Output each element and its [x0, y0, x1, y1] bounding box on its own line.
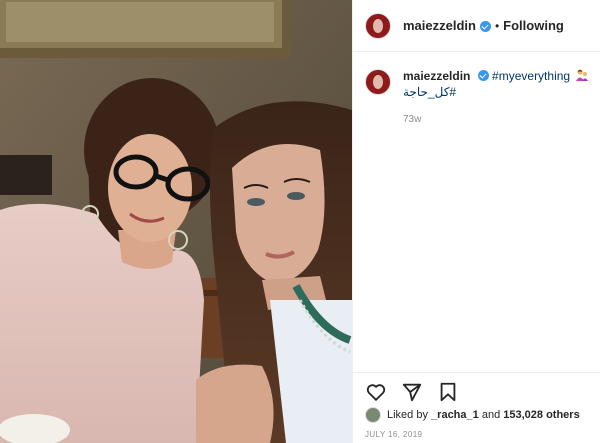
caption-avatar[interactable]: [365, 69, 391, 95]
verified-badge-icon: [477, 70, 489, 81]
hashtag-arabic[interactable]: #كل_حاجة: [403, 85, 456, 99]
post-age[interactable]: 73w: [403, 112, 589, 128]
hashtag-myeverything[interactable]: #myeverything: [492, 69, 570, 83]
bookmark-icon[interactable]: [437, 381, 459, 403]
action-bar: [353, 372, 600, 410]
separator-dot: •: [494, 18, 500, 33]
post-image: [0, 0, 352, 443]
likes-count-link[interactable]: 153,028 others: [503, 409, 579, 421]
caption-username[interactable]: maiezzeldin: [403, 69, 470, 83]
post-side-panel: maiezzeldin • Following maiezzeldin #mye…: [352, 0, 600, 443]
liked-by-label: Liked by: [387, 409, 428, 421]
post-caption: maiezzeldin #myeverything #كل_حاجة 73w: [365, 68, 591, 128]
paper-plane-icon[interactable]: [401, 381, 423, 403]
heart-icon[interactable]: [365, 381, 387, 403]
post-photo[interactable]: [0, 0, 352, 443]
mother-daughter-emoji-icon: [576, 69, 589, 81]
liked-by-user[interactable]: _racha_1: [431, 409, 479, 421]
following-button[interactable]: Following: [503, 18, 564, 33]
post-date[interactable]: JULY 16, 2019: [365, 430, 422, 439]
user-avatar[interactable]: [365, 12, 391, 39]
likes-summary: Liked by _racha_1 and 153,028 others: [365, 407, 580, 423]
post-header: maiezzeldin • Following: [353, 0, 600, 52]
liked-by-and: and: [481, 409, 501, 421]
verified-badge-icon: [479, 21, 491, 32]
liker-avatar[interactable]: [365, 407, 381, 423]
username-link[interactable]: maiezzeldin: [403, 18, 476, 33]
